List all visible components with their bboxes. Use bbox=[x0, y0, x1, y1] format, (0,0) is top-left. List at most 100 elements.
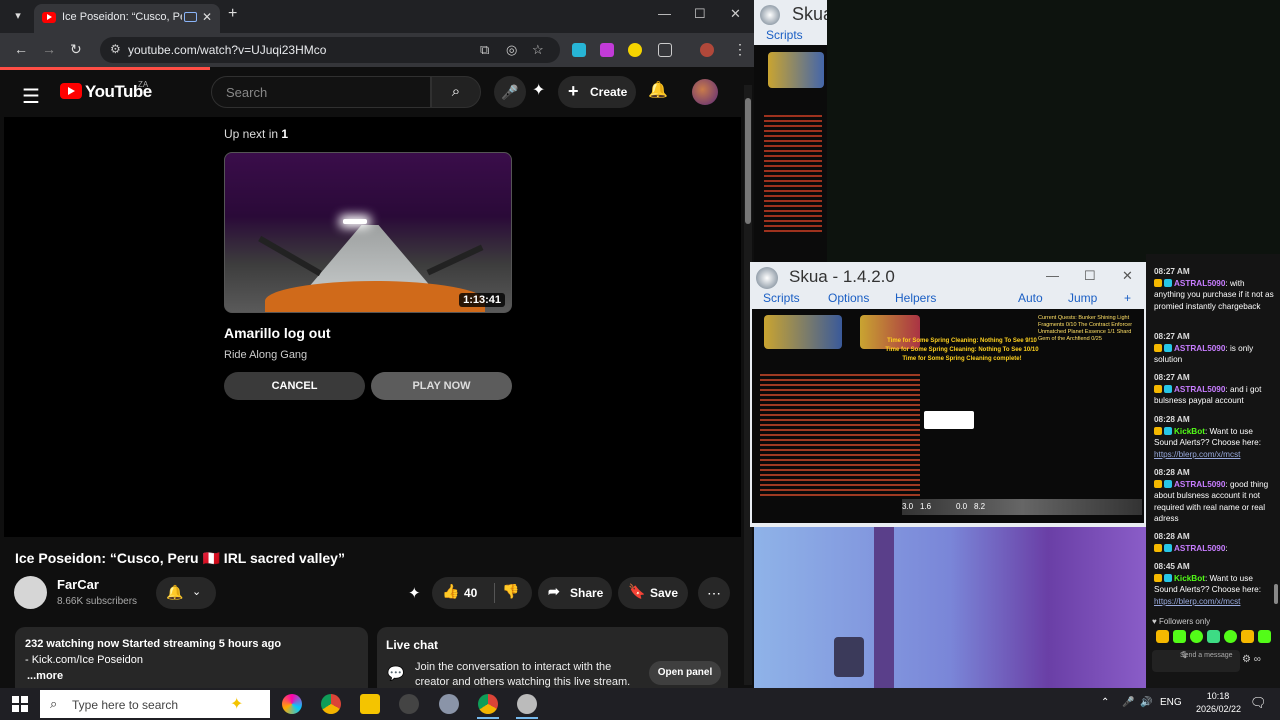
menu-add[interactable]: + bbox=[1124, 291, 1131, 305]
emote-icon[interactable] bbox=[1207, 630, 1220, 643]
notifications-bell-icon[interactable]: 🔔 bbox=[648, 80, 668, 100]
menu-helpers[interactable]: Helpers bbox=[895, 291, 936, 305]
skua-scripts-menu[interactable]: Scripts bbox=[766, 28, 803, 42]
search-placeholder: Search bbox=[226, 85, 268, 100]
notification-settings-button[interactable]: 🔔 ⌄ bbox=[156, 577, 216, 609]
close-button[interactable]: ✕ bbox=[1122, 268, 1133, 284]
bookmark-star-icon[interactable]: ☆ bbox=[532, 42, 544, 58]
emote-icon[interactable] bbox=[1190, 630, 1203, 643]
emote-icon[interactable] bbox=[1241, 630, 1254, 643]
save-button[interactable]: 🔖 Save bbox=[618, 577, 688, 609]
chat-username[interactable]: ASTRAL5090 bbox=[1174, 385, 1225, 394]
chat-link[interactable]: https://blerp.com/x/mcst bbox=[1154, 449, 1276, 461]
open-panel-button[interactable]: Open panel bbox=[649, 661, 721, 685]
chat-link[interactable]: https://blerp.com/x/mcst bbox=[1154, 596, 1276, 608]
next-video-title[interactable]: Amarillo log out bbox=[224, 325, 331, 341]
like-count[interactable]: 40 bbox=[464, 586, 477, 600]
site-info-icon[interactable]: ⚙ bbox=[110, 42, 121, 56]
youtube-logo-icon[interactable] bbox=[60, 83, 82, 99]
minimize-button[interactable]: — bbox=[658, 6, 671, 21]
back-arrow-icon[interactable]: ← bbox=[14, 41, 28, 57]
emote-icon[interactable] bbox=[1156, 630, 1169, 643]
emote-icon[interactable] bbox=[1258, 630, 1271, 643]
skua-app-icon[interactable] bbox=[517, 694, 537, 714]
system-clock[interactable]: 10:18 2026/02/22 bbox=[1196, 690, 1241, 716]
media-cast-icon[interactable] bbox=[184, 12, 197, 22]
more-options-icon[interactable]: ⋯ bbox=[698, 577, 730, 609]
game-viewport[interactable]: Time for Some Spring Cleaning: Nothing T… bbox=[752, 309, 1144, 523]
tab-search-icon[interactable]: ▾ bbox=[8, 6, 28, 26]
thumbs-up-icon[interactable]: 👍 bbox=[442, 583, 459, 600]
channel-name[interactable]: FarCar bbox=[57, 577, 99, 592]
menu-scripts[interactable]: Scripts bbox=[763, 291, 800, 305]
taskbar-search-box[interactable]: ⌕ Type here to search ✦ bbox=[40, 690, 270, 718]
create-button[interactable]: + Create bbox=[558, 76, 636, 108]
url-text[interactable]: youtube.com/watch?v=UJuqi23HMco bbox=[128, 43, 326, 57]
profile-avatar[interactable] bbox=[700, 43, 714, 57]
extension-icon[interactable] bbox=[600, 43, 614, 57]
chat-username[interactable]: KickBot bbox=[1174, 574, 1205, 583]
file-explorer-icon[interactable] bbox=[360, 694, 380, 714]
emote-icon[interactable] bbox=[1224, 630, 1237, 643]
notification-center-icon[interactable]: 🗨 bbox=[1250, 695, 1267, 711]
obs-app-icon[interactable] bbox=[399, 694, 419, 714]
menu-auto[interactable]: Auto bbox=[1018, 291, 1043, 305]
close-window-button[interactable]: ✕ bbox=[730, 6, 741, 22]
chrome-app-icon[interactable] bbox=[478, 694, 498, 714]
copilot-app-icon[interactable] bbox=[282, 694, 302, 714]
menu-jump[interactable]: Jump bbox=[1068, 291, 1097, 305]
search-input[interactable]: Search bbox=[211, 76, 431, 108]
dialog-box[interactable] bbox=[924, 411, 974, 429]
chat-username[interactable]: KickBot bbox=[1174, 427, 1205, 436]
play-now-button[interactable]: PLAY NOW bbox=[371, 372, 512, 400]
ai-sparkle-icon[interactable]: ✦ bbox=[532, 80, 545, 100]
hamburger-menu-icon[interactable]: ☰ bbox=[22, 84, 40, 109]
chat-settings-icon[interactable]: ⚙ ∞ bbox=[1242, 654, 1261, 665]
minimize-button[interactable]: — bbox=[1046, 268, 1059, 283]
new-tab-button[interactable]: + bbox=[228, 5, 237, 23]
badge-icon bbox=[1164, 543, 1172, 552]
chat-username[interactable]: ASTRAL5090 bbox=[1174, 344, 1225, 353]
description-box[interactable]: 232 watching now Started streaming 5 hou… bbox=[15, 627, 368, 688]
description-more-link[interactable]: ...more bbox=[27, 670, 63, 682]
account-avatar[interactable] bbox=[692, 79, 718, 105]
extension-icon[interactable] bbox=[628, 43, 642, 57]
channel-avatar[interactable] bbox=[14, 576, 47, 609]
skill-hotbar[interactable]: 3.0 1.6 0.0 8.2 bbox=[902, 499, 1142, 515]
language-indicator[interactable]: ENG bbox=[1160, 697, 1182, 708]
windows-start-icon[interactable] bbox=[12, 696, 28, 712]
next-video-thumbnail[interactable]: 1:13:41 bbox=[224, 152, 512, 313]
chat-username[interactable]: ASTRAL5090 bbox=[1174, 279, 1225, 288]
tray-chevron-icon[interactable]: ⌃ bbox=[1101, 697, 1109, 708]
cancel-button[interactable]: CANCEL bbox=[224, 372, 365, 400]
forward-arrow-icon[interactable]: → bbox=[42, 41, 56, 57]
search-button[interactable]: ⌕ bbox=[431, 76, 481, 108]
chat-username[interactable]: ASTRAL5090 bbox=[1174, 480, 1225, 489]
emote-icon[interactable] bbox=[1173, 630, 1186, 643]
eye-off-icon[interactable]: ◎ bbox=[506, 42, 517, 58]
omnibox[interactable]: ⚙ youtube.com/watch?v=UJuqi23HMco ⧉ ◎ ☆ bbox=[100, 37, 560, 63]
next-video-channel[interactable]: Ride Along Gang bbox=[224, 349, 307, 361]
voice-search-button[interactable]: 🎤 bbox=[494, 76, 526, 108]
speaker-icon[interactable]: 🔊 bbox=[1140, 697, 1152, 708]
tray-mic-icon[interactable]: 🎤 bbox=[1122, 697, 1134, 708]
maximize-button[interactable]: ☐ bbox=[1084, 268, 1096, 284]
install-app-icon[interactable]: ⧉ bbox=[480, 42, 489, 58]
chat-scrollbar[interactable] bbox=[1274, 584, 1278, 604]
share-button[interactable]: ➦ Share bbox=[538, 577, 612, 609]
chrome-app-icon[interactable] bbox=[321, 694, 341, 714]
ask-ai-sparkle-icon[interactable]: ✦ bbox=[408, 584, 421, 602]
app-icon[interactable] bbox=[439, 694, 459, 714]
scrollbar-thumb[interactable] bbox=[745, 98, 751, 224]
tab-youtube[interactable]: Ice Poseidon: “Cusco, Peru ✕ bbox=[34, 4, 220, 33]
extensions-puzzle-icon[interactable] bbox=[658, 43, 672, 57]
chat-message-input[interactable]: 🎙 Send a message bbox=[1152, 650, 1240, 672]
maximize-button[interactable]: ☐ bbox=[694, 6, 706, 22]
tab-close-icon[interactable]: ✕ bbox=[202, 10, 212, 24]
chrome-menu-icon[interactable]: ⋮ bbox=[733, 41, 747, 58]
extension-icon[interactable] bbox=[572, 43, 586, 57]
chat-username[interactable]: ASTRAL5090 bbox=[1174, 544, 1225, 553]
menu-options[interactable]: Options bbox=[828, 291, 869, 305]
reload-icon[interactable]: ↻ bbox=[70, 41, 82, 58]
thumbs-down-icon[interactable]: 👎 bbox=[502, 583, 519, 600]
